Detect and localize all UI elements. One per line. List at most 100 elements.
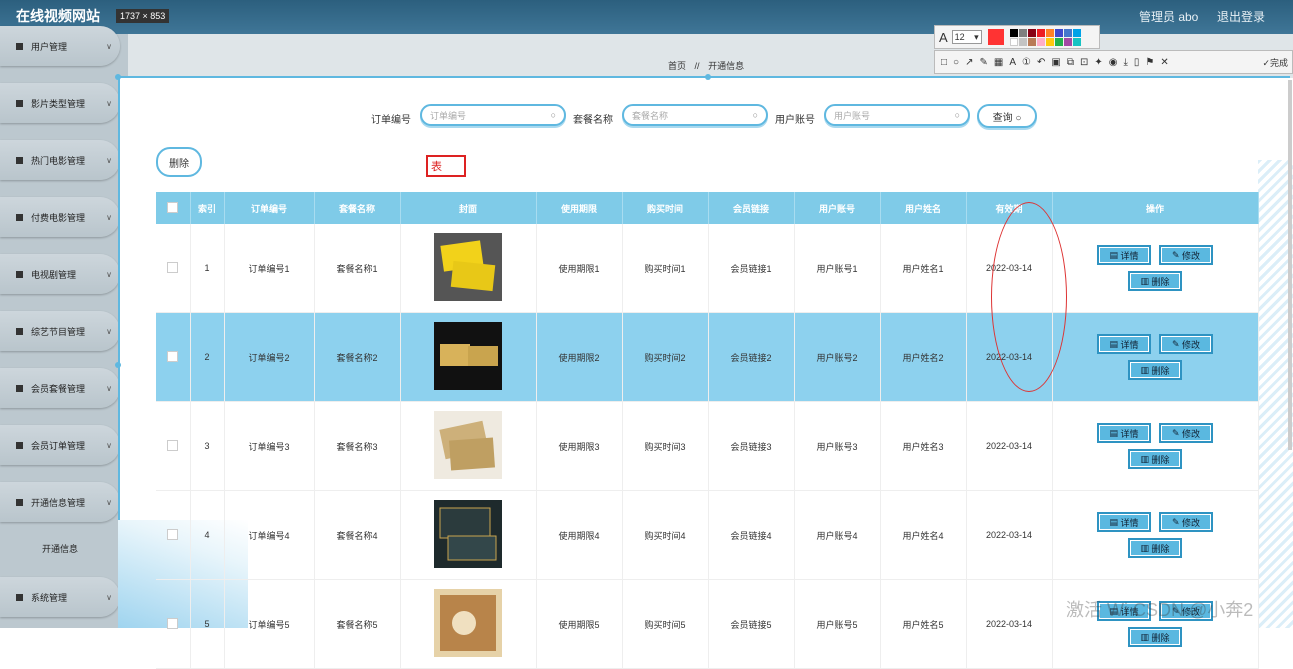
color-swatch[interactable] <box>1018 37 1027 46</box>
color-swatch[interactable] <box>1072 28 1081 37</box>
color-swatch[interactable] <box>1045 28 1054 37</box>
sidebar-item-users[interactable]: 用户管理 ∨ <box>0 26 120 66</box>
arrow-tool-icon[interactable]: ↗ <box>965 57 973 68</box>
sidebar-item-activation-info[interactable]: 开通信息管理 ∨ <box>0 482 120 522</box>
color-swatch[interactable] <box>1009 28 1018 37</box>
close-icon[interactable]: ✕ <box>1160 57 1168 68</box>
sidebar-item-movie-types[interactable]: 影片类型管理 ∨ <box>0 83 120 123</box>
row-select-cell[interactable] <box>156 401 191 491</box>
row-checkbox[interactable] <box>167 617 179 629</box>
number-tool-icon[interactable]: ① <box>1022 57 1031 68</box>
color-swatch[interactable] <box>1063 28 1072 37</box>
column-header: 用户账号 <box>794 192 881 224</box>
save-icon[interactable]: ▣ <box>1051 57 1060 68</box>
color-swatch[interactable] <box>1036 37 1045 46</box>
row-delete-button[interactable]: ▥ 删除 <box>1128 449 1182 469</box>
package-name-input[interactable]: 套餐名称 ○ <box>622 104 768 126</box>
row-select-cell[interactable] <box>156 224 191 313</box>
font-size-select[interactable]: 12 ▾ <box>951 30 982 44</box>
color-swatch[interactable] <box>1027 28 1036 37</box>
table-row[interactable]: 2 订单编号2 套餐名称2 使用期限2 购买时间2 会员链接2 用户账号2 用户… <box>156 312 1259 402</box>
record-icon[interactable]: ◉ <box>1109 57 1118 68</box>
grid-icon <box>16 270 23 278</box>
edit-button[interactable]: ✎ 修改 <box>1159 245 1213 265</box>
row-checkbox[interactable] <box>167 261 179 273</box>
edit-button[interactable]: ✎ 修改 <box>1159 423 1213 443</box>
rectangle-tool-icon[interactable]: □ <box>941 57 947 68</box>
detail-button[interactable]: ▤ 详情 <box>1097 423 1151 443</box>
time-cell: 购买时间3 <box>622 401 709 491</box>
sidebar-item-tv-series[interactable]: 电视剧管理 ∨ <box>0 254 120 294</box>
sidebar-item-variety-shows[interactable]: 综艺节目管理 ∨ <box>0 311 120 351</box>
select-all-checkbox[interactable] <box>167 201 179 213</box>
sidebar-item-paid-movies[interactable]: 付费电影管理 ∨ <box>0 197 120 237</box>
color-swatch[interactable] <box>1036 28 1045 37</box>
detail-button[interactable]: ▤ 详情 <box>1097 245 1151 265</box>
row-checkbox[interactable] <box>167 439 179 451</box>
edit-button[interactable]: ✎ 修改 <box>1159 512 1213 532</box>
resize-handle[interactable] <box>115 74 121 80</box>
resize-handle[interactable] <box>115 362 121 368</box>
bookmark-icon[interactable]: ▯ <box>1134 57 1140 68</box>
sidebar-item-member-orders[interactable]: 会员订单管理 ∨ <box>0 425 120 465</box>
table-row[interactable]: 3 订单编号3 套餐名称3 使用期限3 购买时间3 会员链接3 用户账号3 用户… <box>156 401 1259 491</box>
table-row[interactable]: 1 订单编号1 套餐名称1 使用期限1 购买时间1 会员链接1 用户账号1 用户… <box>156 224 1259 313</box>
trash-icon: ▥ <box>1140 542 1152 553</box>
color-swatch[interactable] <box>1009 37 1018 46</box>
select-all-header[interactable] <box>156 192 191 224</box>
sidebar-item-member-packages[interactable]: 会员套餐管理 ∨ <box>0 368 120 408</box>
index-cell: 3 <box>190 401 225 491</box>
flag-icon[interactable]: ⚑ <box>1145 57 1154 68</box>
index-cell: 2 <box>190 312 225 402</box>
undo-icon[interactable]: ↶ <box>1037 57 1045 68</box>
table-row[interactable]: 5 订单编号5 套餐名称5 使用期限5 购买时间5 会员链接5 用户账号5 用户… <box>156 579 1259 669</box>
finish-button[interactable]: ✓完成 <box>1262 56 1288 69</box>
logout-link[interactable]: 退出登录 <box>1217 8 1265 25</box>
color-swatch[interactable] <box>1054 28 1063 37</box>
copy-icon[interactable]: ⧉ <box>1067 57 1074 68</box>
table-row[interactable]: 4 订单编号4 套餐名称4 使用期限4 购买时间4 会员链接4 用户账号4 用户… <box>156 490 1259 580</box>
font-icon[interactable]: A <box>939 30 948 45</box>
row-delete-button[interactable]: ▥ 删除 <box>1128 627 1182 647</box>
pin-icon[interactable]: ✦ <box>1094 57 1102 68</box>
sidebar-item-system[interactable]: 系统管理 ∨ <box>0 577 120 617</box>
detail-button[interactable]: ▤ 详情 <box>1097 512 1151 532</box>
row-checkbox[interactable] <box>167 528 179 540</box>
placeholder: 用户账号 <box>834 110 871 121</box>
color-swatch[interactable] <box>1072 37 1081 46</box>
delete-button[interactable]: 删除 <box>156 147 202 177</box>
text-tool-icon[interactable]: A <box>1009 57 1016 68</box>
row-delete-button[interactable]: ▥ 删除 <box>1128 360 1182 380</box>
color-swatch[interactable] <box>1018 28 1027 37</box>
dimension-badge: 1737 × 853 <box>116 9 170 23</box>
term-cell: 使用期限2 <box>536 312 623 402</box>
color-swatch[interactable] <box>1045 37 1054 46</box>
row-delete-button[interactable]: ▥ 删除 <box>1128 271 1182 291</box>
color-swatch[interactable] <box>1027 37 1036 46</box>
edit-button[interactable]: ✎ 修改 <box>1159 334 1213 354</box>
text-annotation-box[interactable]: 表 <box>426 155 466 177</box>
order-number-input[interactable]: 订单编号 ○ <box>420 104 566 126</box>
color-swatch[interactable] <box>1063 37 1072 46</box>
button-label: 详情 <box>1120 250 1139 261</box>
mosaic-tool-icon[interactable]: ▦ <box>994 57 1003 68</box>
sidebar-item-hot-movies[interactable]: 热门电影管理 ∨ <box>0 140 120 180</box>
ocr-icon[interactable]: ⊡ <box>1080 57 1088 68</box>
row-checkbox[interactable] <box>167 350 179 362</box>
color-swatch[interactable] <box>1054 37 1063 46</box>
ellipse-tool-icon[interactable]: ○ <box>953 57 959 68</box>
breadcrumb-home[interactable]: 首页 <box>668 61 686 71</box>
row-select-cell[interactable] <box>156 312 191 402</box>
current-color-swatch[interactable] <box>987 29 1004 45</box>
row-delete-button[interactable]: ▥ 删除 <box>1128 538 1182 558</box>
query-button[interactable]: 查询 ○ <box>977 104 1037 128</box>
pen-tool-icon[interactable]: ✎ <box>979 57 987 68</box>
row-select-cell[interactable] <box>156 490 191 580</box>
row-select-cell[interactable] <box>156 579 191 669</box>
resize-handle[interactable] <box>705 74 711 80</box>
download-icon[interactable]: ⤓ <box>1123 57 1127 68</box>
user-account-input[interactable]: 用户账号 ○ <box>824 104 970 126</box>
sidebar-subitem-activation-info[interactable]: 开通信息 <box>0 535 120 561</box>
scrollbar[interactable] <box>1288 80 1292 450</box>
detail-button[interactable]: ▤ 详情 <box>1097 334 1151 354</box>
